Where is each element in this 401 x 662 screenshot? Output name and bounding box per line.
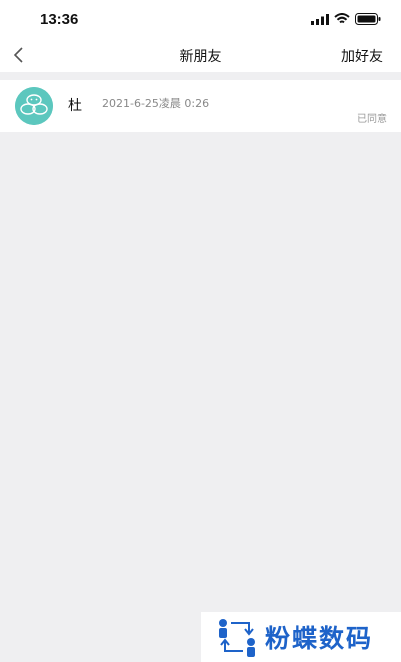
- request-time: 2021-6-25凌晨 0:26: [102, 97, 210, 110]
- chevron-left-icon: [13, 47, 23, 63]
- battery-icon: [355, 13, 381, 25]
- signal-icon: [311, 13, 329, 25]
- watermark-text: 粉蝶数码: [265, 624, 374, 653]
- request-status: 已同意: [357, 114, 387, 125]
- wifi-icon: [334, 13, 350, 24]
- watermark: 粉蝶数码: [201, 612, 401, 662]
- back-button[interactable]: [6, 42, 30, 68]
- watermark-logo-icon: [219, 619, 255, 657]
- status-icons: [311, 13, 381, 25]
- status-time: 13:36: [40, 11, 79, 28]
- friend-request-row[interactable]: 杜 2021-6-25凌晨 0:26 已同意: [0, 80, 401, 132]
- friend-name: 杜: [68, 98, 82, 114]
- status-bar: 13:36: [0, 0, 401, 38]
- avatar-cartoon-icon: [15, 87, 53, 125]
- nav-bar: 新朋友 加好友: [0, 38, 401, 72]
- avatar: [15, 87, 53, 125]
- add-friend-button[interactable]: 加好友: [341, 46, 383, 66]
